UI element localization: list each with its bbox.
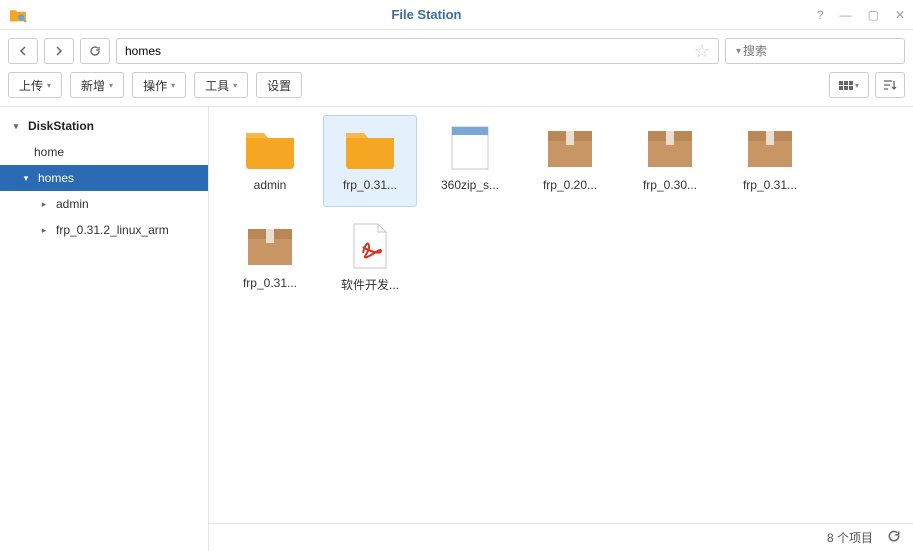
file-label: frp_0.20... <box>543 178 597 192</box>
doc-icon <box>440 122 500 174</box>
path-field[interactable] <box>125 44 694 58</box>
view-grid-button[interactable]: ▾ <box>829 72 869 98</box>
search-input[interactable] <box>743 44 898 58</box>
sort-button[interactable] <box>875 72 905 98</box>
tree-item-homes[interactable]: ▾ homes <box>0 165 208 191</box>
search-caret-icon: ▾ <box>736 46 741 57</box>
tool-button[interactable]: 工具▾ <box>194 72 248 98</box>
new-button[interactable]: 新增▾ <box>70 72 124 98</box>
chevron-right-icon[interactable]: ▸ <box>38 225 50 236</box>
forward-button[interactable] <box>44 38 74 64</box>
file-label: frp_0.30... <box>643 178 697 192</box>
maximize-icon[interactable]: ▢ <box>868 8 879 22</box>
file-item[interactable]: frp_0.31... <box>723 115 817 207</box>
folder-icon <box>340 122 400 174</box>
file-label: admin <box>254 178 287 192</box>
refresh-button[interactable] <box>80 38 110 64</box>
tree-item-home[interactable]: home <box>0 139 208 165</box>
path-input[interactable]: ☆ <box>116 38 719 64</box>
sidebar: ▾ DiskStation home ▾ homes ▸ admin ▸ frp… <box>0 107 209 551</box>
chevron-right-icon[interactable]: ▸ <box>38 199 50 210</box>
close-icon[interactable]: ✕ <box>895 8 905 22</box>
titlebar: File Station ? — ▢ ✕ <box>0 0 913 30</box>
action-button[interactable]: 操作▾ <box>132 72 186 98</box>
file-item[interactable]: 软件开发... <box>323 213 417 305</box>
file-item[interactable]: frp_0.20... <box>523 115 617 207</box>
tree-item-frp[interactable]: ▸ frp_0.31.2_linux_arm <box>0 217 208 243</box>
file-item[interactable]: frp_0.30... <box>623 115 717 207</box>
chevron-down-icon[interactable]: ▾ <box>10 121 22 132</box>
file-label: frp_0.31... <box>343 178 397 192</box>
navbar: ☆ ▾ <box>0 30 913 72</box>
item-count: 8 个项目 <box>827 529 873 546</box>
upload-button[interactable]: 上传▾ <box>8 72 62 98</box>
pdf-icon <box>340 220 400 272</box>
minimize-icon[interactable]: — <box>840 8 852 22</box>
file-item[interactable]: frp_0.31... <box>323 115 417 207</box>
file-label: frp_0.31... <box>243 276 297 290</box>
window-title: File Station <box>36 7 817 22</box>
file-item[interactable]: admin <box>223 115 317 207</box>
folder-icon <box>240 122 300 174</box>
file-item[interactable]: 360zip_s... <box>423 115 517 207</box>
refresh-icon[interactable] <box>887 529 901 546</box>
statusbar: 8 个项目 <box>209 523 913 551</box>
file-label: frp_0.31... <box>743 178 797 192</box>
toolbar: 上传▾ 新增▾ 操作▾ 工具▾ 设置 ▾ <box>0 72 913 107</box>
archive-icon <box>240 220 300 272</box>
archive-icon <box>640 122 700 174</box>
back-button[interactable] <box>8 38 38 64</box>
settings-button[interactable]: 设置 <box>256 72 302 98</box>
app-icon <box>8 7 28 23</box>
favorite-icon[interactable]: ☆ <box>694 41 710 62</box>
chevron-down-icon[interactable]: ▾ <box>20 173 32 184</box>
search-box[interactable]: ▾ <box>725 38 905 64</box>
tree-root[interactable]: ▾ DiskStation <box>0 113 208 139</box>
archive-icon <box>740 122 800 174</box>
file-label: 360zip_s... <box>441 178 499 192</box>
file-grid: adminfrp_0.31...360zip_s...frp_0.20...fr… <box>209 107 913 523</box>
help-icon[interactable]: ? <box>817 8 824 22</box>
file-label: 软件开发... <box>341 276 399 293</box>
archive-icon <box>540 122 600 174</box>
tree-item-admin[interactable]: ▸ admin <box>0 191 208 217</box>
file-item[interactable]: frp_0.31... <box>223 213 317 305</box>
